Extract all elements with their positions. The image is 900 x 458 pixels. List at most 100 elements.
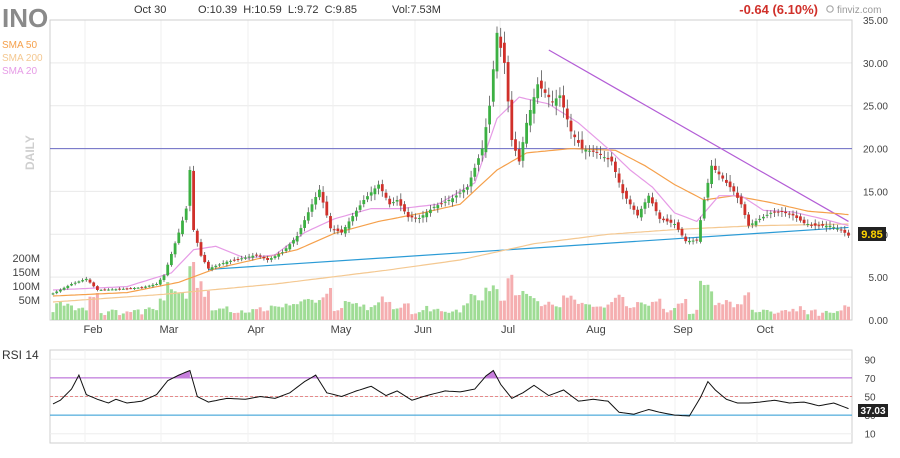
- volume-bar: [336, 310, 340, 320]
- candle-body: [517, 149, 521, 162]
- candle-body: [262, 256, 266, 259]
- candle-body: [269, 258, 273, 260]
- volume-tick-label: 50M: [19, 295, 40, 307]
- volume-bar: [428, 311, 432, 320]
- candle-body: [199, 242, 203, 256]
- volume-bar: [499, 300, 503, 320]
- volume-bar: [166, 282, 170, 320]
- volume-bar: [784, 310, 788, 320]
- volume-bar: [632, 307, 636, 320]
- volume-bar: [151, 308, 155, 320]
- volume-bar: [458, 312, 462, 320]
- candle-body: [773, 211, 776, 213]
- candle-body: [817, 225, 821, 227]
- candle-body: [377, 184, 380, 189]
- volume-bar: [147, 307, 151, 320]
- volume-bar: [255, 309, 258, 320]
- volume-bar: [321, 297, 325, 320]
- candle-body: [306, 212, 310, 221]
- volume-bar: [673, 307, 677, 320]
- candle-body: [458, 192, 462, 194]
- volume-bar: [699, 280, 702, 320]
- candle-body: [380, 184, 384, 192]
- volume-bar: [591, 306, 595, 320]
- candle-body: [828, 225, 832, 228]
- volume-bar: [724, 300, 728, 320]
- candle-body: [414, 217, 417, 219]
- rsi-title: RSI 14: [2, 348, 39, 362]
- candle-body: [621, 184, 625, 194]
- brand-logo[interactable]: finviz.com: [826, 5, 882, 16]
- volume-bar: [280, 307, 284, 320]
- volume-bar: [680, 303, 684, 320]
- volume-bar: [306, 298, 310, 320]
- volume-bar: [602, 307, 606, 320]
- month-tick-label: Mar: [160, 324, 179, 336]
- candle-body: [732, 186, 736, 192]
- volume-bar: [506, 278, 510, 320]
- candle-body: [432, 206, 436, 208]
- volume-bar: [221, 308, 225, 320]
- candle-body: [118, 288, 121, 290]
- volume-bar: [625, 306, 628, 320]
- volume-bar: [817, 315, 821, 320]
- volume-bar: [214, 310, 218, 320]
- candle-body: [281, 252, 284, 254]
- volume-bar: [761, 309, 765, 320]
- candle-body: [158, 279, 162, 285]
- candle-body: [66, 285, 70, 289]
- volume-bars: [51, 262, 850, 320]
- volume-bar: [824, 310, 828, 320]
- volume-bar: [465, 303, 469, 320]
- candle-body: [258, 255, 262, 257]
- volume-bar: [599, 306, 603, 320]
- month-tick-label: Apr: [247, 324, 264, 336]
- volume-bar: [551, 304, 554, 320]
- candle-body: [647, 195, 651, 203]
- volume-bar: [451, 311, 455, 320]
- volume-bar: [121, 313, 125, 320]
- candle-body: [162, 275, 166, 280]
- candle-body: [110, 289, 114, 291]
- volume-bar: [517, 295, 521, 320]
- volume-tick-label: 200M: [12, 253, 40, 265]
- volume-bar: [543, 304, 547, 320]
- candle-body: [606, 157, 610, 160]
- candle-body: [166, 264, 170, 276]
- volume-bar: [388, 301, 392, 320]
- volume-bar: [77, 308, 81, 320]
- price-tick-label: 0.00: [869, 316, 889, 327]
- candle-body: [369, 192, 373, 196]
- candle-body: [540, 80, 543, 89]
- candle-body: [706, 182, 710, 198]
- volume-bar: [284, 303, 288, 320]
- candle-body: [51, 293, 55, 295]
- candle-body: [499, 36, 503, 48]
- volume-bar: [510, 274, 514, 320]
- volume-bar: [266, 310, 270, 320]
- candle-body: [573, 134, 577, 138]
- candle-body: [325, 201, 329, 216]
- candle-body: [114, 289, 118, 291]
- candle-body: [295, 236, 299, 242]
- candle-body: [240, 258, 244, 260]
- candle-body: [769, 212, 773, 214]
- candle-body: [340, 229, 343, 233]
- volume-bar: [125, 311, 129, 320]
- candle-body: [480, 148, 484, 156]
- volume-bar: [369, 307, 373, 320]
- volume-bar: [580, 302, 584, 320]
- candle-body: [170, 254, 173, 266]
- candle-body: [395, 200, 399, 202]
- candle-body: [121, 288, 125, 290]
- legend-item: SMA 200: [2, 53, 43, 64]
- volume-bar: [325, 293, 329, 320]
- volume-bar: [665, 312, 669, 320]
- candle-body: [103, 289, 107, 291]
- candle-body: [451, 198, 454, 203]
- candle-body: [410, 215, 414, 218]
- volume-bar: [798, 306, 802, 320]
- volume-bar: [787, 311, 791, 320]
- candle-body: [725, 179, 728, 183]
- volume-bar: [835, 311, 839, 320]
